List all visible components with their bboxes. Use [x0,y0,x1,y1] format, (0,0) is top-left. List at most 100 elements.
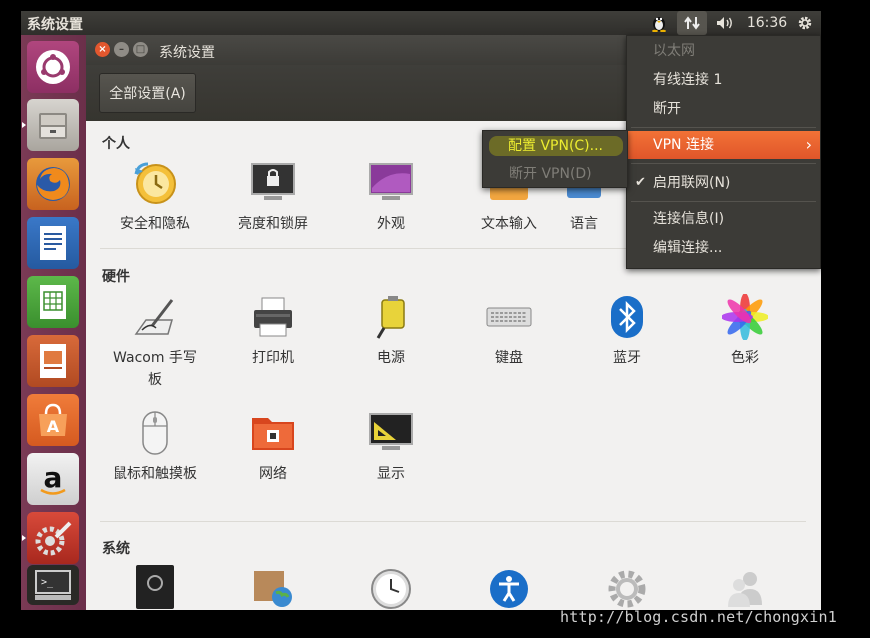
item-label: 电源 [377,350,405,366]
close-icon[interactable]: × [95,42,110,57]
files-icon[interactable] [27,99,79,151]
menu-item-disconnect-vpn: 断开 VPN(D) [509,166,592,182]
clock-icon [367,561,415,609]
svg-text:>_: >_ [41,577,54,588]
color-icon [721,293,769,341]
item-color[interactable]: 色彩 [690,293,800,369]
item-label: 色彩 [731,350,759,366]
item-label: 文本输入 [481,216,537,232]
item-user-accounts[interactable] [690,561,800,609]
top-panel-title: 系统设置 [27,17,83,33]
menu-item-enable-networking[interactable]: ✔ 启用联网(N) [627,169,820,197]
watermark: http://blog.csdn.net/chongxin1 [560,608,837,626]
section-title-hardware: 硬件 [102,269,130,285]
item-label: 打印机 [252,350,294,366]
menu-item-connection-info[interactable]: 连接信息(I) [627,205,820,233]
system-settings-icon[interactable] [27,512,79,564]
menu-item-edit-connections[interactable]: 编辑连接... [627,234,820,262]
users-icon [721,561,769,609]
item-time-date[interactable] [336,561,446,609]
all-settings-button[interactable]: 全部设置(A) [99,73,196,113]
gear-settings-icon [603,561,651,609]
keyboard-icon [485,293,533,341]
item-label: 安全和隐私 [120,216,190,232]
menu-item-ethernet-header: 以太网 [653,43,695,59]
amazon-icon[interactable]: a [27,453,79,505]
item-security-privacy[interactable]: 安全和隐私 [100,159,210,235]
menu-separator [631,201,816,202]
item-label: Wacom 手写 板 [113,350,197,388]
check-icon: ✔ [635,175,646,190]
menu-item-label: VPN 连接 [653,137,714,153]
appearance-icon [367,159,415,207]
section-title-personal: 个人 [102,136,130,152]
dash-home-icon[interactable] [27,41,79,93]
section-title-system: 系统 [102,541,130,557]
item-label: 蓝牙 [613,350,641,366]
firefox-icon[interactable] [27,158,79,210]
item-label: 显示 [377,466,405,482]
item-label: 鼠标和触摸板 [113,466,197,482]
printer-icon [249,293,297,341]
network-menu: 以太网 有线连接 1 断开 VPN 连接 › ✔ 启用联网(N) 连接信息(I)… [626,35,821,269]
item-label: 键盘 [495,350,523,366]
tux-icon[interactable] [647,11,671,35]
item-mouse-touchpad[interactable]: 鼠标和触摸板 [100,409,210,485]
menu-item-wired-connection[interactable]: 有线连接 1 [627,66,820,94]
safe-icon [131,561,179,609]
menu-item-vpn-connections[interactable]: VPN 连接 › [627,131,820,159]
item-power[interactable]: 电源 [336,293,446,369]
bluetooth-icon [603,293,651,341]
writer-icon[interactable] [27,217,79,269]
running-indicator [22,122,26,128]
calc-icon[interactable] [27,276,79,328]
window-title: 系统设置 [159,45,215,61]
wacom-tablet-icon [131,293,179,341]
minimize-icon[interactable]: – [114,42,129,57]
display-icon [367,409,415,457]
software-center-icon[interactable]: A [27,394,79,446]
clock[interactable]: 16:36 [745,11,789,35]
menu-item-label: 启用联网(N) [653,175,731,191]
menu-separator [631,127,816,128]
svg-text:a: a [44,461,63,494]
desktop: 系统设置 16:36 A a >_ × – □ 系统设置 全部设置(A) 个人 … [0,0,870,638]
power-icon [367,293,415,341]
menu-item-configure-vpn[interactable]: 配置 VPN(C)... [483,132,627,160]
svg-text:A: A [47,417,60,436]
item-displays[interactable]: 显示 [336,409,446,485]
item-backup[interactable] [100,561,210,609]
menu-separator [631,163,816,164]
running-indicator [22,535,26,541]
maximize-icon[interactable]: □ [133,42,148,57]
item-keyboard[interactable]: 键盘 [454,293,564,369]
item-bluetooth[interactable]: 蓝牙 [572,293,682,369]
network-indicator-icon[interactable] [677,11,707,35]
launcher: A a >_ [21,35,86,610]
accessibility-icon [485,561,533,609]
item-wacom-tablet[interactable]: Wacom 手写 板 [100,293,210,391]
volume-icon[interactable] [711,11,739,35]
top-panel: 系统设置 16:36 [21,11,821,35]
item-software-updates[interactable] [572,561,682,609]
impress-icon[interactable] [27,335,79,387]
item-appearance[interactable]: 外观 [336,159,446,235]
menu-item-disconnect[interactable]: 断开 [627,95,820,123]
item-label: 外观 [377,216,405,232]
item-details[interactable] [218,561,328,609]
mouse-icon [131,409,179,457]
chevron-right-icon: › [805,135,812,154]
menu-item-label: 配置 VPN(C)... [508,138,603,154]
item-brightness-lock[interactable]: 亮度和锁屏 [218,159,328,235]
item-network[interactable]: 网络 [218,409,328,485]
lock-screen-icon [249,159,297,207]
security-privacy-icon [131,159,179,207]
item-label: 亮度和锁屏 [238,216,308,232]
separator [100,521,806,522]
item-printers[interactable]: 打印机 [218,293,328,369]
terminal-icon[interactable]: >_ [27,565,79,605]
gear-icon[interactable] [793,11,817,35]
item-universal-access[interactable] [454,561,564,609]
item-label: 网络 [259,466,287,482]
item-label: 语言 [570,216,598,232]
